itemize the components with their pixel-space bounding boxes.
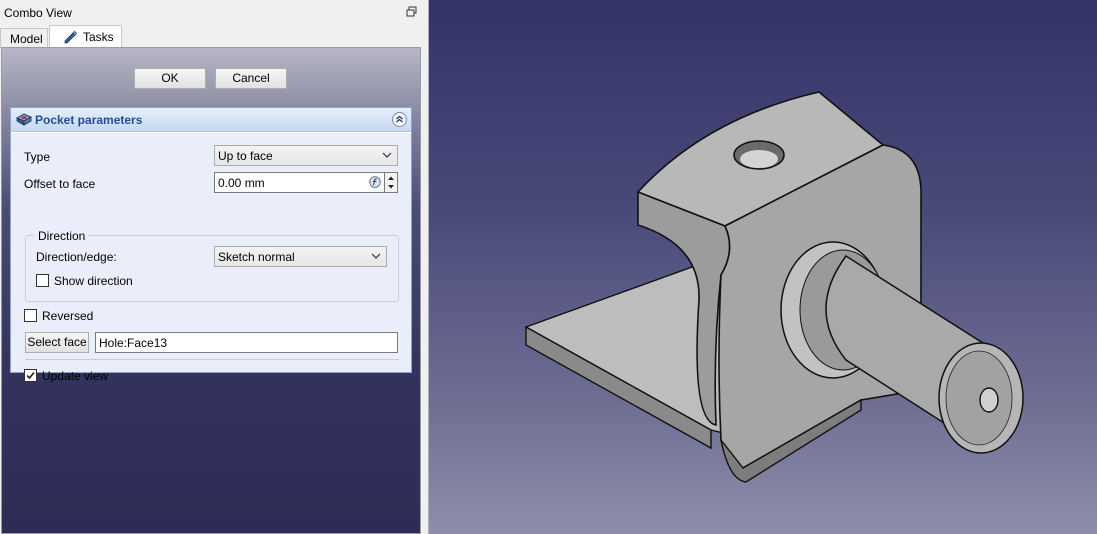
- combo-view-titlebar: Combo View: [0, 3, 428, 25]
- offset-to-face-value: 0.00 mm: [218, 176, 265, 190]
- select-face-button[interactable]: Select face: [25, 332, 89, 353]
- checkmark-icon: [26, 372, 35, 380]
- pocket-parameters-header[interactable]: Pocket parameters: [11, 108, 411, 132]
- pocket-feature-icon: [16, 113, 32, 126]
- reversed-label: Reversed: [42, 309, 94, 323]
- type-label: Type: [24, 150, 51, 164]
- offset-to-face-label: Offset to face: [24, 177, 96, 191]
- tab-model-label: Model: [10, 32, 43, 46]
- pocket-parameters-title: Pocket parameters: [35, 113, 143, 127]
- face-reference-value: Hole:Face13: [99, 336, 168, 350]
- type-select[interactable]: Up to face: [214, 145, 398, 166]
- offset-to-face-input[interactable]: 0.00 mm: [214, 172, 385, 193]
- face-reference-input[interactable]: Hole:Face13: [95, 332, 398, 353]
- direction-edge-value: Sketch normal: [218, 250, 295, 264]
- collapse-panel-button[interactable]: [392, 112, 407, 127]
- chevron-down-icon: [371, 253, 381, 259]
- cancel-button[interactable]: Cancel: [215, 68, 287, 89]
- spin-down-icon[interactable]: [385, 183, 397, 192]
- type-select-value: Up to face: [218, 149, 273, 163]
- expression-f-icon[interactable]: [369, 176, 381, 188]
- 3d-viewport[interactable]: [428, 0, 1097, 534]
- combo-view-title: Combo View: [4, 6, 72, 20]
- update-view-checkbox[interactable]: [24, 369, 37, 382]
- tab-tasks-label: Tasks: [83, 30, 114, 44]
- tab-tasks[interactable]: Tasks: [49, 25, 122, 48]
- reversed-checkbox[interactable]: [24, 309, 37, 322]
- pocket-parameters-box: Pocket parameters Type Up to face Offset…: [10, 107, 412, 383]
- ok-button[interactable]: OK: [134, 68, 206, 89]
- direction-edge-label: Direction/edge:: [36, 250, 117, 264]
- cylinder-end-hole: [979, 387, 999, 413]
- show-direction-label: Show direction: [54, 274, 133, 288]
- chevron-double-up-icon: [396, 115, 403, 123]
- pencil-icon: [64, 30, 78, 44]
- chevron-down-icon: [382, 152, 392, 158]
- spin-up-icon[interactable]: [385, 173, 397, 182]
- separator: [25, 359, 399, 360]
- offset-spinbox[interactable]: [384, 172, 398, 193]
- float-window-icon[interactable]: [406, 6, 418, 18]
- update-view-label: Update view: [42, 369, 109, 383]
- combo-view-panel: Combo View Model Tasks OK Cancel Pocket …: [0, 0, 428, 534]
- direction-edge-select[interactable]: Sketch normal: [214, 246, 387, 267]
- pocket-parameters-body: Type Up to face Offset to face 0.00 mm D…: [11, 133, 411, 383]
- direction-group-title: Direction: [35, 229, 89, 243]
- tab-model[interactable]: Model: [0, 28, 48, 48]
- show-direction-checkbox[interactable]: [36, 274, 49, 287]
- bracket-3d-model: [524, 91, 1024, 483]
- combo-tabbar: Model Tasks: [0, 25, 428, 48]
